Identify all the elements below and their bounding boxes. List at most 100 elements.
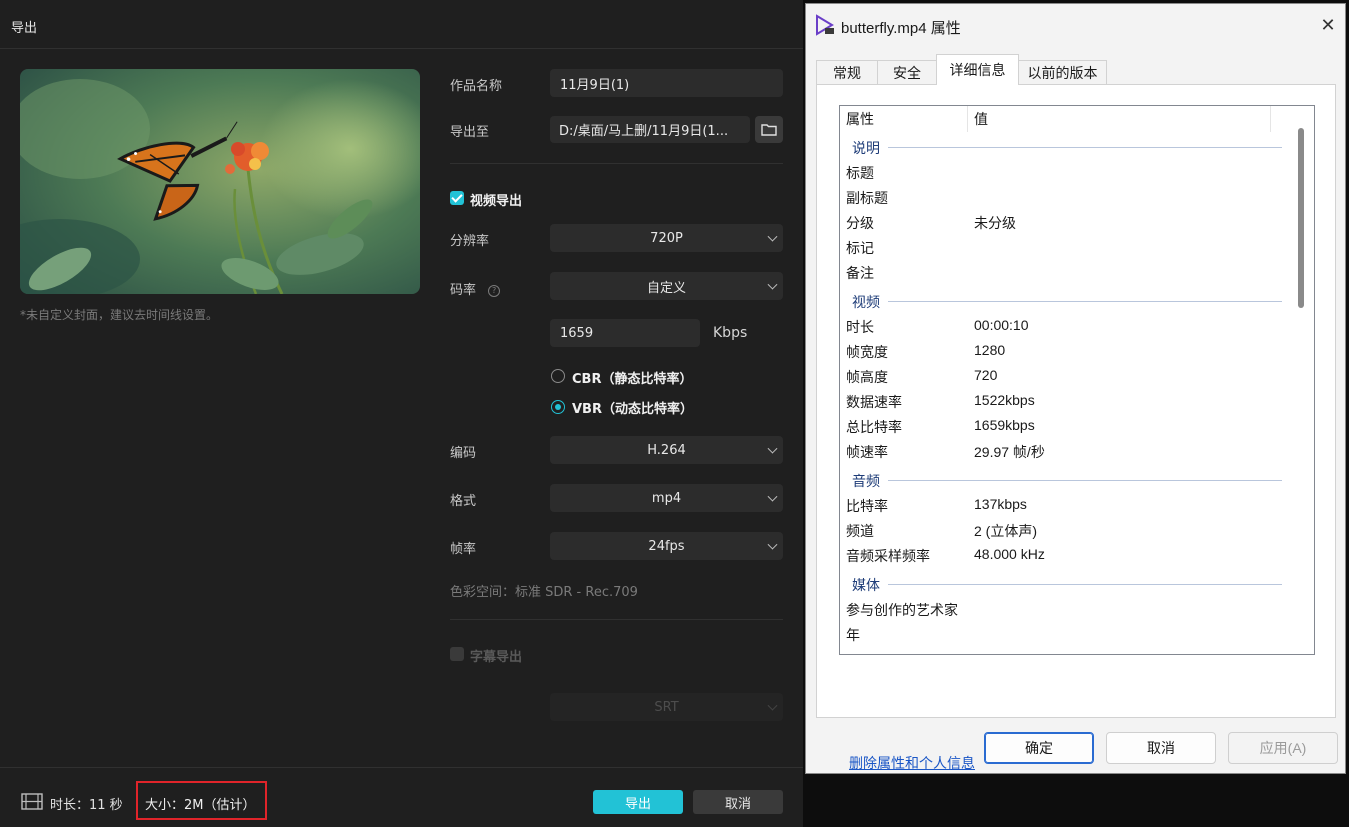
cancel-button[interactable]: 取消 [1106, 732, 1216, 764]
help-icon[interactable]: ? [488, 284, 501, 297]
ok-button[interactable]: 确定 [984, 732, 1094, 764]
folder-icon [761, 124, 777, 136]
property-value: 1522kbps [974, 392, 1035, 408]
framerate-value: 24fps [648, 538, 685, 554]
property-value: 29.97 帧/秒 [974, 444, 1045, 460]
property-name: 备注 [846, 265, 874, 281]
remove-properties-link[interactable]: 删除属性和个人信息 [849, 753, 975, 773]
property-name: 参与创作的艺术家 [846, 602, 958, 618]
property-name: 时长 [846, 319, 874, 335]
property-value: 1280 [974, 342, 1006, 358]
property-name: 标题 [846, 165, 874, 181]
work-name-label: 作品名称 [450, 79, 503, 94]
section-divider-line [888, 480, 1282, 481]
export-dialog: 导出 *未自定义封面，建议去时间线设置。 作品名称 11月9日(1) 导出至 D… [0, 0, 803, 827]
cover-note: *未自定义封面，建议去时间线设置。 [20, 308, 219, 322]
section-divider-line [888, 147, 1282, 148]
column-separator [967, 106, 968, 132]
subtitle-format-value: SRT [654, 699, 679, 715]
format-select[interactable]: mp4 [550, 484, 783, 512]
chevron-down-icon [767, 491, 778, 502]
column-header-value[interactable]: 值 [974, 106, 988, 132]
section-header: 音频 [852, 473, 880, 489]
format-label: 格式 [450, 494, 477, 509]
details-panel: 属性 值 说明 标题 副标题 分级 未分级 标记 备注 视频 时长 00:00:10 帧宽度 1280… [816, 84, 1336, 771]
property-name: 副标题 [846, 190, 888, 206]
bitrate-value: 自定义 [646, 280, 686, 296]
property-name: 标记 [846, 240, 874, 256]
chevron-down-icon [767, 279, 778, 290]
bitrate-unit: Kbps [713, 325, 748, 341]
property-list[interactable]: 属性 值 说明 标题 副标题 分级 未分级 标记 备注 视频 时长 00:00:10 帧宽度 1280… [839, 105, 1315, 655]
video-export-label: 视频导出 [470, 194, 523, 209]
section-divider [450, 163, 783, 164]
bitrate-input[interactable]: 1659 [550, 319, 700, 347]
export-path-input[interactable]: D:/桌面/马上删/11月9日(1... [550, 116, 750, 143]
video-export-checkbox[interactable] [450, 191, 464, 205]
section-header: 说明 [852, 140, 880, 156]
chevron-down-icon [767, 443, 778, 454]
cbr-label: CBR（静态比特率） [572, 372, 693, 387]
codec-label: 编码 [450, 446, 477, 461]
framerate-label: 帧率 [450, 542, 477, 557]
export-to-label: 导出至 [450, 125, 490, 140]
close-icon[interactable]: ✕ [1315, 12, 1341, 38]
window-title: butterfly.mp4 属性 [841, 20, 961, 37]
section-divider-line [888, 301, 1282, 302]
subtitle-format-select[interactable]: SRT [550, 693, 783, 721]
codec-select[interactable]: H.264 [550, 436, 783, 464]
size-highlight-box [136, 781, 267, 820]
properties-window: butterfly.mp4 属性 ✕ 常规 安全 详细信息 以前的版本 属性 值… [805, 3, 1346, 774]
chevron-down-icon [767, 539, 778, 550]
title-divider [0, 48, 803, 49]
property-name: 总比特率 [846, 419, 902, 435]
format-value: mp4 [651, 490, 682, 506]
chevron-down-icon [767, 700, 778, 711]
browse-folder-button[interactable] [755, 116, 783, 143]
property-name: 频道 [846, 523, 874, 539]
property-value: 00:00:10 [974, 317, 1029, 333]
tab-general[interactable]: 常规 [816, 60, 878, 84]
duration-text: 时长：11 秒 [50, 798, 123, 813]
bitrate-label-text: 码率 [450, 283, 477, 298]
subtitle-export-checkbox[interactable] [450, 647, 464, 661]
scrollbar-thumb[interactable] [1298, 128, 1304, 308]
cover-preview-image [20, 69, 420, 294]
framerate-select[interactable]: 24fps [550, 532, 783, 560]
property-value: 137kbps [974, 496, 1027, 512]
color-space-text: 色彩空间：标准 SDR - Rec.709 [450, 585, 638, 600]
dialog-title: 导出 [11, 21, 38, 36]
bitrate-select[interactable]: 自定义 [550, 272, 783, 300]
section-header: 视频 [852, 294, 880, 310]
property-name: 年 [846, 627, 860, 643]
property-name: 分级 [846, 215, 874, 231]
column-separator [1270, 106, 1271, 132]
property-name: 音频采样频率 [846, 548, 930, 564]
export-button[interactable]: 导出 [593, 790, 683, 814]
cancel-button[interactable]: 取消 [693, 790, 783, 814]
section-divider [450, 619, 783, 620]
tab-details[interactable]: 详细信息 [936, 54, 1019, 85]
vbr-radio[interactable] [551, 400, 565, 414]
work-name-input[interactable]: 11月9日(1) [550, 69, 783, 97]
column-header-property[interactable]: 属性 [846, 106, 874, 132]
property-value: 未分级 [974, 215, 1016, 231]
chevron-down-icon [767, 231, 778, 242]
property-value: 2 (立体声) [974, 523, 1037, 539]
tab-security[interactable]: 安全 [877, 60, 937, 84]
tab-previous-versions[interactable]: 以前的版本 [1018, 60, 1107, 84]
section-divider-line [888, 584, 1282, 585]
resolution-label: 分辨率 [450, 234, 490, 249]
film-icon [21, 793, 43, 810]
section-header: 媒体 [852, 577, 880, 593]
property-value: 720 [974, 367, 998, 383]
video-file-icon [816, 14, 834, 36]
resolution-value: 720P [650, 230, 683, 246]
vbr-label: VBR（动态比特率） [572, 402, 693, 417]
property-value: 48.000 kHz [974, 546, 1045, 562]
codec-value: H.264 [647, 442, 686, 458]
cbr-radio[interactable] [551, 369, 565, 383]
apply-button[interactable]: 应用(A) [1228, 732, 1338, 764]
subtitle-export-label: 字幕导出 [470, 650, 523, 665]
resolution-select[interactable]: 720P [550, 224, 783, 252]
